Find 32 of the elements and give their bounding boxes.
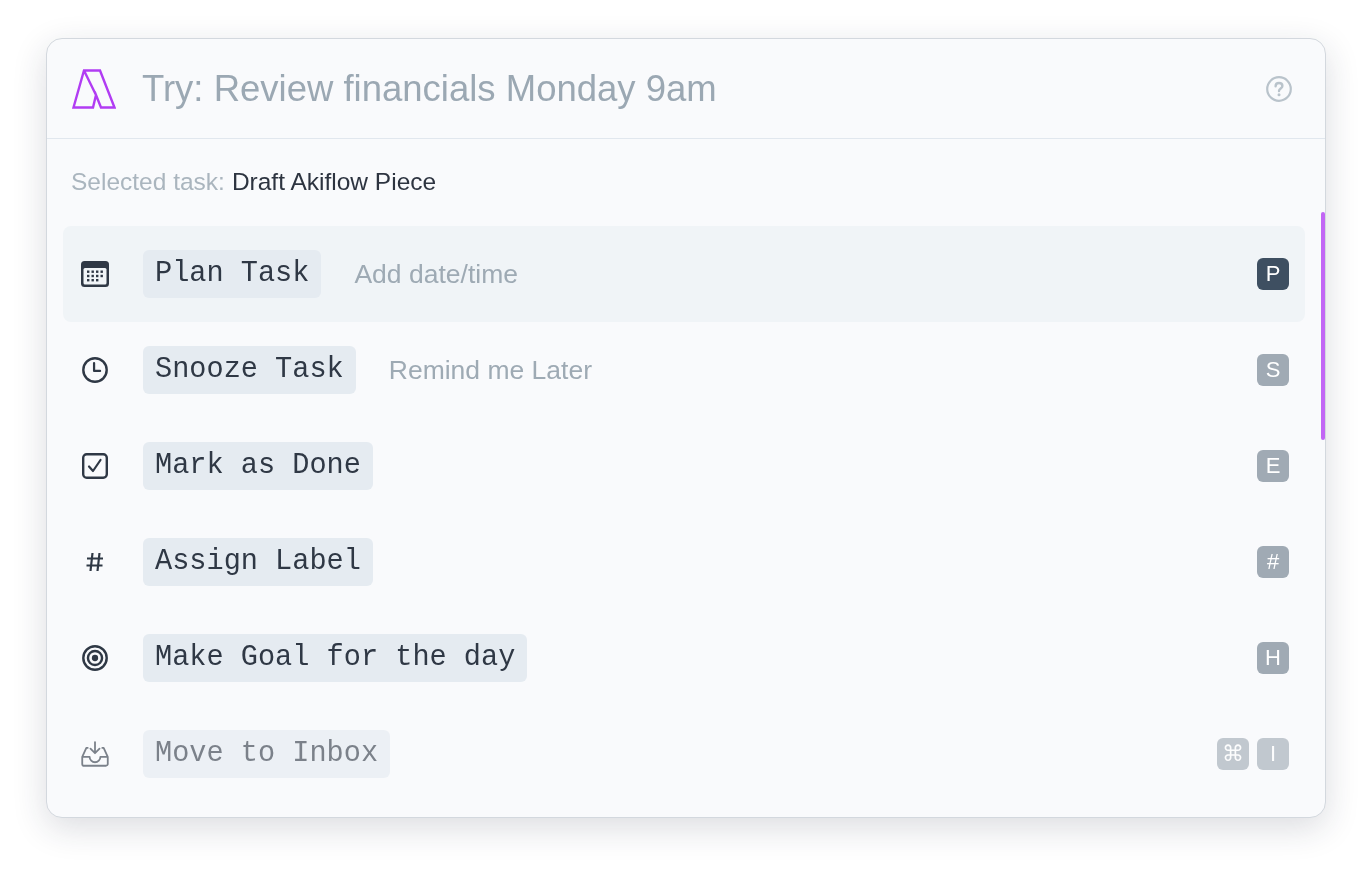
shortcut-key: H — [1257, 642, 1289, 674]
selected-task-label: Selected task: — [71, 169, 225, 195]
shortcut-key: E — [1257, 450, 1289, 482]
logo-icon — [72, 68, 116, 109]
clock-icon — [81, 357, 109, 383]
shortcut-key: I — [1257, 738, 1289, 770]
action-hint: Add date/time — [354, 258, 518, 290]
checkbox-tick-icon — [81, 453, 109, 479]
inbox-download-icon — [81, 739, 109, 769]
target-icon — [81, 645, 109, 671]
calendar-icon — [81, 261, 109, 287]
action-label: Plan Task — [143, 250, 322, 298]
shortcut-key: P — [1257, 258, 1289, 290]
search-field[interactable]: Try: Review financials Monday 9am — [142, 63, 1266, 114]
shortcut-key: # — [1257, 546, 1289, 578]
action-label: Assign Label — [143, 538, 373, 586]
action-label: Move to Inbox — [143, 730, 391, 778]
action-label: Make Goal for the day — [143, 634, 528, 682]
scrollbar-thumb[interactable] — [1321, 212, 1325, 440]
action-row[interactable]: Make Goal for the day H — [63, 610, 1305, 706]
selected-task-name: Draft Akiflow Piece — [231, 169, 437, 195]
shortcut-key: ⌘ — [1217, 738, 1249, 770]
action-row[interactable]: Mark as Done E — [63, 418, 1305, 514]
help-icon[interactable] — [1266, 75, 1292, 102]
action-label: Snooze Task — [143, 346, 356, 394]
shortcut-key: S — [1257, 354, 1289, 386]
action-row[interactable]: Assign Label # — [63, 514, 1305, 610]
action-row[interactable]: Plan Task Add date/time P — [63, 226, 1305, 322]
hash-icon — [86, 552, 104, 572]
action-row[interactable]: Snooze Task Remind me Later S — [63, 322, 1305, 418]
action-label: Mark as Done — [143, 442, 373, 490]
action-hint: Remind me Later — [388, 354, 592, 386]
